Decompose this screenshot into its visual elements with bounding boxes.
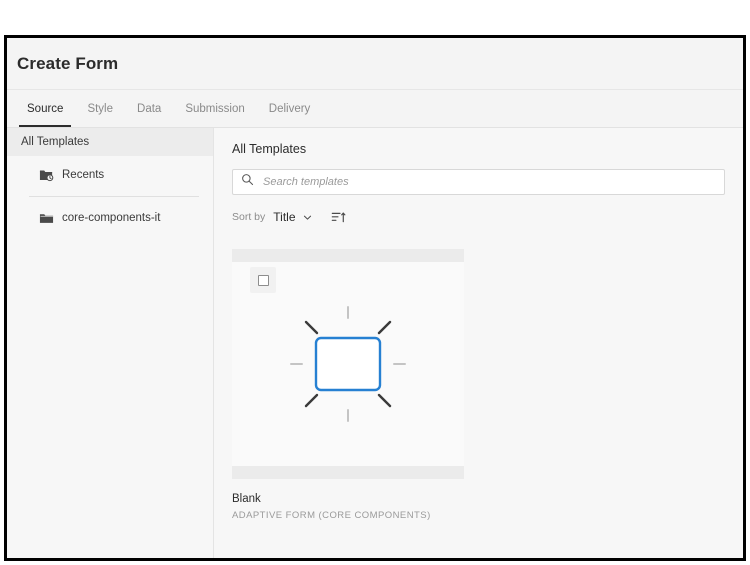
folder-clock-icon [39, 168, 54, 183]
tab-data-label: Data [137, 103, 161, 115]
tab-bar: Source Style Data Submission Delivery [7, 90, 743, 128]
folder-icon [39, 211, 54, 226]
sort-by-value[interactable]: Title [273, 210, 295, 224]
templates-main-panel: All Templates Sort by Title [214, 128, 743, 558]
tab-submission-label: Submission [185, 103, 244, 115]
sidebar-item-recents[interactable]: Recents [7, 160, 213, 190]
tab-style[interactable]: Style [75, 90, 125, 127]
tab-style-label: Style [87, 103, 113, 115]
template-card-title: Blank [232, 493, 464, 505]
sidebar-list: Recents core-components-it [7, 156, 213, 233]
sidebar-header-label: All Templates [21, 136, 89, 148]
template-select-checkbox[interactable] [250, 267, 276, 293]
template-card-blank[interactable]: Blank ADAPTIVE FORM (CORE COMPONENTS) [232, 249, 464, 521]
checkbox-box-icon [258, 275, 269, 286]
window-header: Create Form [7, 38, 743, 90]
sidebar-divider [29, 196, 199, 197]
tab-data[interactable]: Data [125, 90, 173, 127]
tab-source-label: Source [27, 103, 63, 115]
tab-submission[interactable]: Submission [173, 90, 256, 127]
template-card-grid: Blank ADAPTIVE FORM (CORE COMPONENTS) [232, 249, 725, 521]
template-thumbnail[interactable] [232, 249, 464, 479]
blank-form-icon [273, 289, 423, 439]
sort-ascending-icon[interactable] [331, 210, 346, 225]
main-panel-title: All Templates [232, 142, 725, 156]
sort-by-label: Sort by [232, 211, 265, 223]
page-title: Create Form [17, 54, 118, 74]
chevron-down-icon[interactable] [302, 212, 313, 223]
search-icon [241, 173, 254, 191]
sidebar-header[interactable]: All Templates [7, 128, 213, 156]
content-area: All Templates Recents [7, 128, 743, 558]
search-input[interactable] [261, 175, 716, 189]
application-window: Create Form Source Style Data Submission… [4, 35, 746, 561]
tab-source[interactable]: Source [15, 90, 75, 127]
tab-delivery[interactable]: Delivery [257, 90, 323, 127]
sort-bar: Sort by Title [232, 207, 725, 227]
sidebar-item-recents-label: Recents [62, 169, 104, 181]
search-box[interactable] [232, 169, 725, 195]
sidebar-item-core-components-it[interactable]: core-components-it [7, 203, 213, 233]
template-card-subtitle: ADAPTIVE FORM (CORE COMPONENTS) [232, 510, 464, 521]
tab-delivery-label: Delivery [269, 103, 311, 115]
sidebar-item-core-components-it-label: core-components-it [62, 212, 160, 224]
templates-sidebar: All Templates Recents [7, 128, 214, 558]
